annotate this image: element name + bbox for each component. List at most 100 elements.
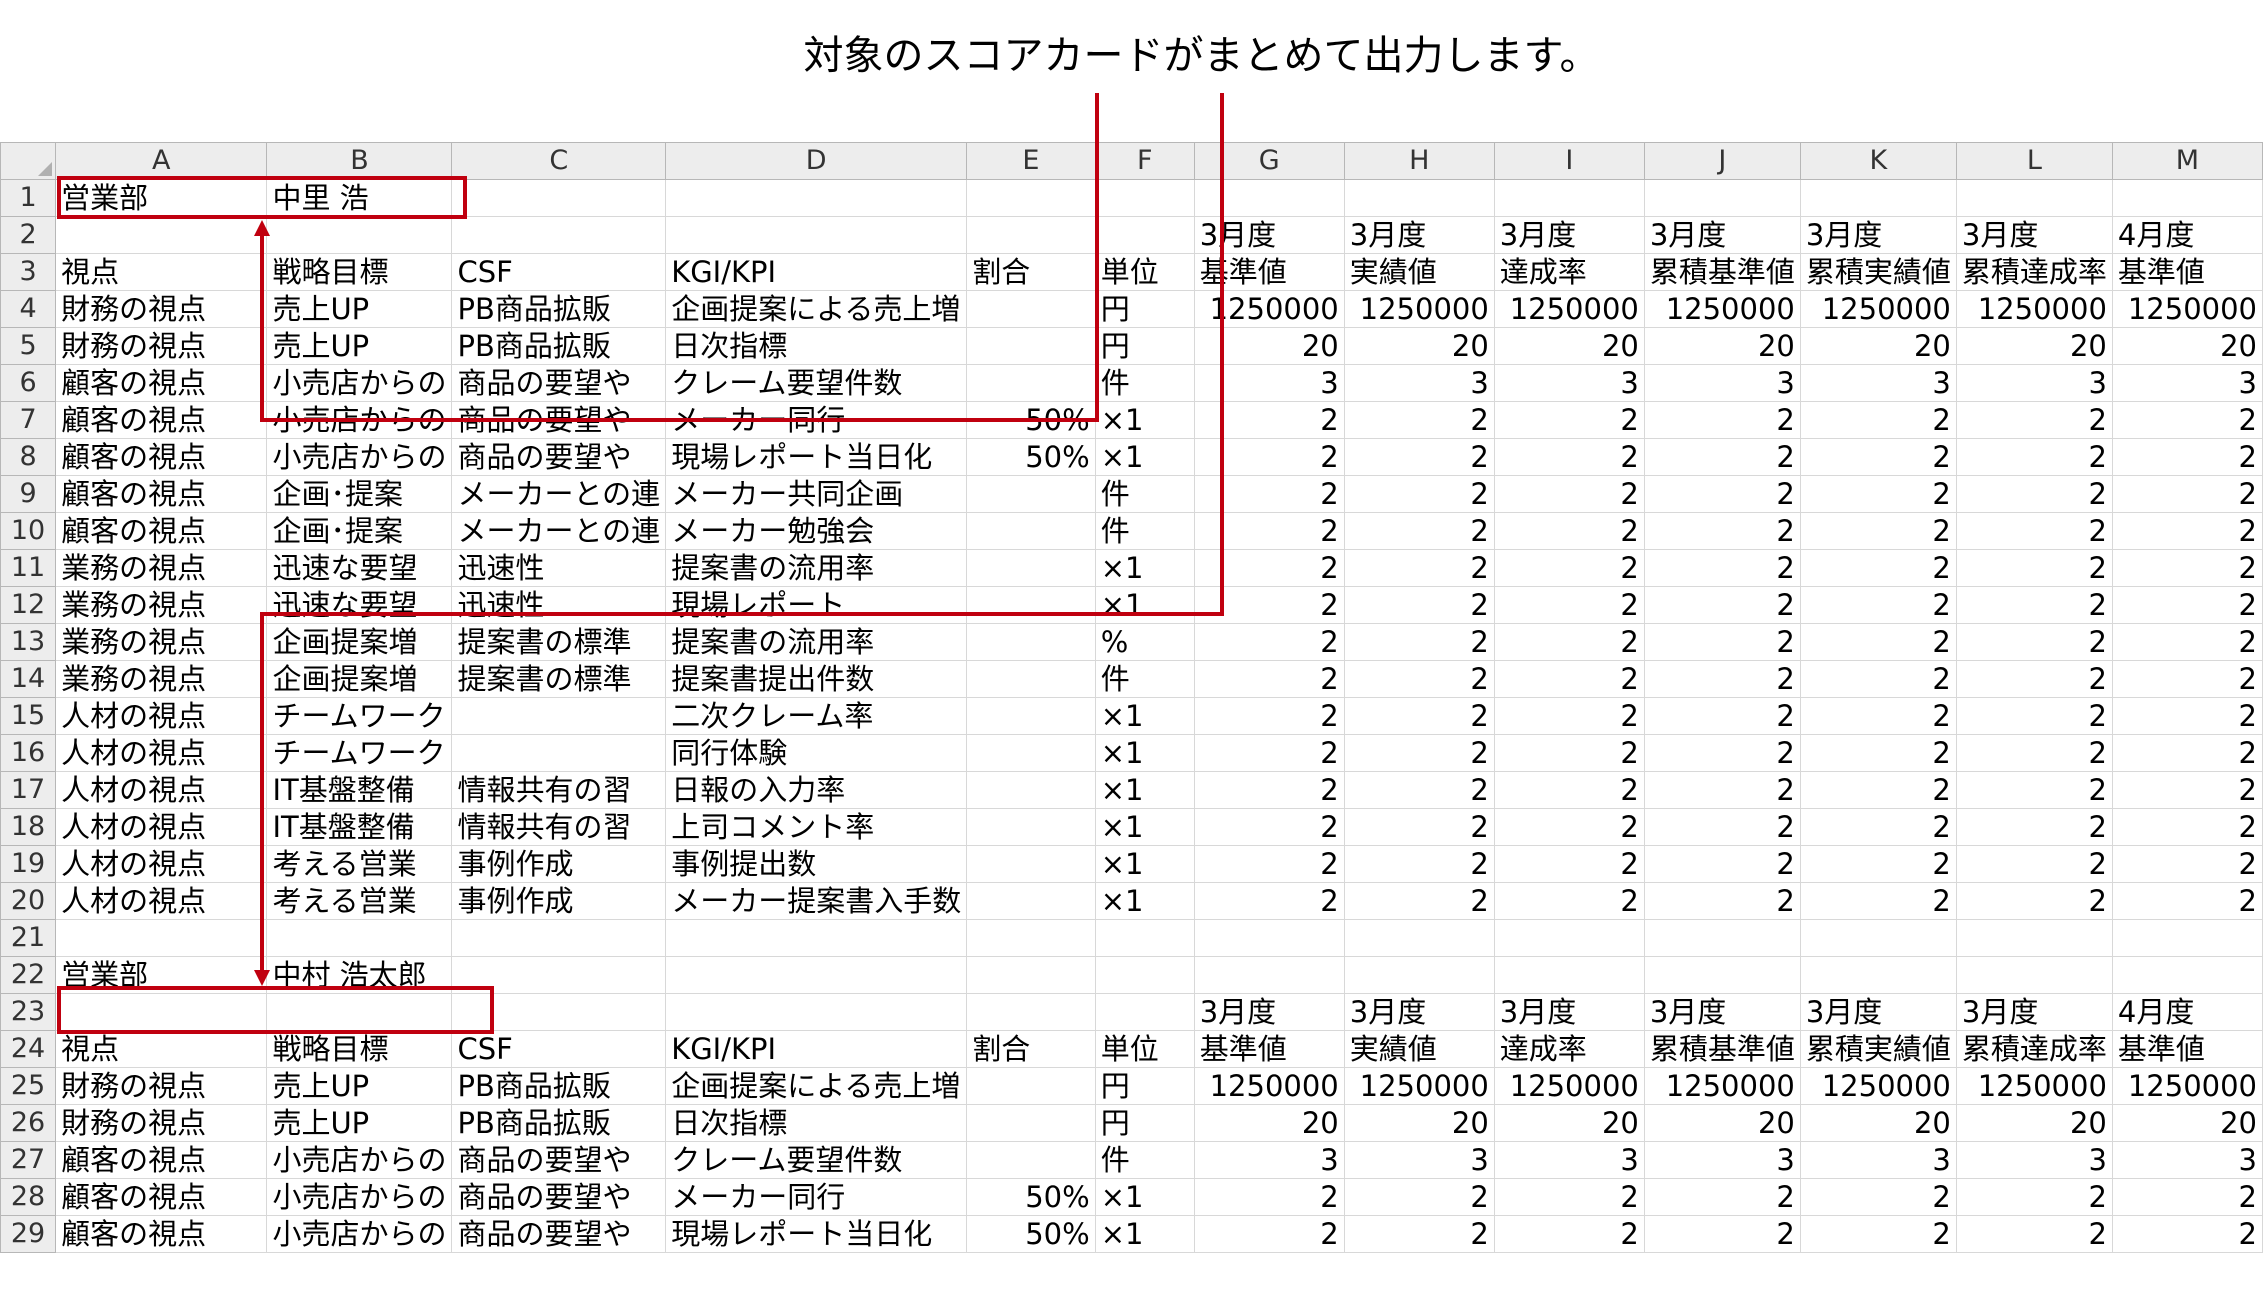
cell-h2[interactable]: 3月度 — [1343, 216, 1495, 254]
cell-l11[interactable]: 2 — [1955, 549, 2113, 587]
row-header[interactable]: 27 — [0, 1141, 57, 1179]
row-header[interactable]: 18 — [0, 808, 57, 846]
cell-j13[interactable]: 2 — [1643, 623, 1801, 661]
cell-e3[interactable]: 割合 — [966, 253, 1096, 291]
column-header-i[interactable]: I — [1493, 142, 1645, 180]
cell-m19[interactable]: 2 — [2111, 845, 2263, 883]
row-header[interactable]: 12 — [0, 586, 57, 624]
cell-l10[interactable]: 2 — [1955, 512, 2113, 550]
cell-h11[interactable]: 2 — [1343, 549, 1495, 587]
row-header[interactable]: 17 — [0, 771, 57, 809]
cell-g9[interactable]: 2 — [1193, 475, 1345, 513]
cell-d9[interactable]: メーカー共同企画 — [665, 475, 968, 513]
row-header[interactable]: 6 — [0, 364, 57, 402]
cell-l22[interactable] — [1955, 956, 2113, 994]
cell-a15[interactable]: 人材の視点 — [55, 697, 268, 735]
cell-l16[interactable]: 2 — [1955, 734, 2113, 772]
cell-h22[interactable] — [1343, 956, 1495, 994]
cell-d8[interactable]: 現場レポート当日化 — [665, 438, 968, 476]
cell-d11[interactable]: 提案書の流用率 — [665, 549, 968, 587]
cell-g10[interactable]: 2 — [1193, 512, 1345, 550]
cell-d17[interactable]: 日報の入力率 — [665, 771, 968, 809]
cell-e18[interactable] — [966, 808, 1096, 846]
cell-h7[interactable]: 2 — [1343, 401, 1495, 439]
cell-h14[interactable]: 2 — [1343, 660, 1495, 698]
cell-m18[interactable]: 2 — [2111, 808, 2263, 846]
cell-f11[interactable]: ×1 — [1094, 549, 1195, 587]
cell-k17[interactable]: 2 — [1799, 771, 1957, 809]
spreadsheet-grid[interactable]: ABCDEFGHIJKLM 1 営業部 中里 浩 2 3月度 3月度 3月度 3月度 3月度 3月… — [0, 142, 2263, 1304]
cell-c28[interactable]: 商品の要望や — [451, 1178, 667, 1216]
cell-m21[interactable] — [2111, 919, 2263, 957]
cell-e6[interactable] — [966, 364, 1096, 402]
cell-l23[interactable]: 3月度 — [1955, 993, 2113, 1031]
cell-j24[interactable]: 累積基準値 — [1643, 1030, 1801, 1068]
cell-e14[interactable] — [966, 660, 1096, 698]
cell-m22[interactable] — [2111, 956, 2263, 994]
cell-f3[interactable]: 単位 — [1094, 253, 1195, 291]
cell-a14[interactable]: 業務の視点 — [55, 660, 268, 698]
cell-j21[interactable] — [1643, 919, 1801, 957]
cell-e27[interactable] — [966, 1141, 1096, 1179]
cell-j29[interactable]: 2 — [1643, 1215, 1801, 1253]
cell-g21[interactable] — [1193, 919, 1345, 957]
cell-f25[interactable]: 円 — [1094, 1067, 1195, 1105]
cell-g16[interactable]: 2 — [1193, 734, 1345, 772]
cell-c22[interactable] — [451, 956, 667, 994]
cell-g27[interactable]: 3 — [1193, 1141, 1345, 1179]
cell-m5[interactable]: 20 — [2111, 327, 2263, 365]
cell-l8[interactable]: 2 — [1955, 438, 2113, 476]
cell-b1[interactable]: 中里 浩 — [266, 179, 453, 217]
cell-j7[interactable]: 2 — [1643, 401, 1801, 439]
cell-l12[interactable]: 2 — [1955, 586, 2113, 624]
row-header[interactable]: 11 — [0, 549, 57, 587]
cell-g1[interactable] — [1193, 179, 1345, 217]
cell-c9[interactable]: メーカーとの連 — [451, 475, 667, 513]
cell-h15[interactable]: 2 — [1343, 697, 1495, 735]
cell-j28[interactable]: 2 — [1643, 1178, 1801, 1216]
cell-g2[interactable]: 3月度 — [1193, 216, 1345, 254]
cell-f7[interactable]: ×1 — [1094, 401, 1195, 439]
cell-a25[interactable]: 財務の視点 — [55, 1067, 268, 1105]
row-header[interactable]: 1 — [0, 179, 57, 217]
cell-k7[interactable]: 2 — [1799, 401, 1957, 439]
cell-a20[interactable]: 人材の視点 — [55, 882, 268, 920]
cell-k13[interactable]: 2 — [1799, 623, 1957, 661]
cell-h3[interactable]: 実績値 — [1343, 253, 1495, 291]
cell-k3[interactable]: 累積実績値 — [1799, 253, 1957, 291]
cell-f2[interactable] — [1094, 216, 1195, 254]
cell-c4[interactable]: PB商品拡販 — [451, 290, 667, 328]
cell-b4[interactable]: 売上UP — [266, 290, 453, 328]
column-header-d[interactable]: D — [665, 142, 968, 180]
cell-k23[interactable]: 3月度 — [1799, 993, 1957, 1031]
column-header-f[interactable]: F — [1094, 142, 1195, 180]
row-header[interactable]: 20 — [0, 882, 57, 920]
cell-a19[interactable]: 人材の視点 — [55, 845, 268, 883]
cell-g25[interactable]: 1250000 — [1193, 1067, 1345, 1105]
cell-c24[interactable]: CSF — [451, 1030, 667, 1068]
cell-j26[interactable]: 20 — [1643, 1104, 1801, 1142]
cell-c1[interactable] — [451, 179, 667, 217]
cell-d23[interactable] — [665, 993, 968, 1031]
cell-i24[interactable]: 達成率 — [1493, 1030, 1645, 1068]
cell-b29[interactable]: 小売店からの — [266, 1215, 453, 1253]
cell-i27[interactable]: 3 — [1493, 1141, 1645, 1179]
cell-g8[interactable]: 2 — [1193, 438, 1345, 476]
cell-i15[interactable]: 2 — [1493, 697, 1645, 735]
cell-j4[interactable]: 1250000 — [1643, 290, 1801, 328]
cell-a1[interactable]: 営業部 — [55, 179, 268, 217]
cell-b25[interactable]: 売上UP — [266, 1067, 453, 1105]
cell-c20[interactable]: 事例作成 — [451, 882, 667, 920]
cell-h4[interactable]: 1250000 — [1343, 290, 1495, 328]
cell-f23[interactable] — [1094, 993, 1195, 1031]
cell-e21[interactable] — [966, 919, 1096, 957]
cell-l6[interactable]: 3 — [1955, 364, 2113, 402]
cell-e8[interactable]: 50% — [966, 438, 1096, 476]
cell-h9[interactable]: 2 — [1343, 475, 1495, 513]
cell-j10[interactable]: 2 — [1643, 512, 1801, 550]
cell-g26[interactable]: 20 — [1193, 1104, 1345, 1142]
cell-f8[interactable]: ×1 — [1094, 438, 1195, 476]
cell-c8[interactable]: 商品の要望や — [451, 438, 667, 476]
cell-a17[interactable]: 人材の視点 — [55, 771, 268, 809]
cell-i28[interactable]: 2 — [1493, 1178, 1645, 1216]
